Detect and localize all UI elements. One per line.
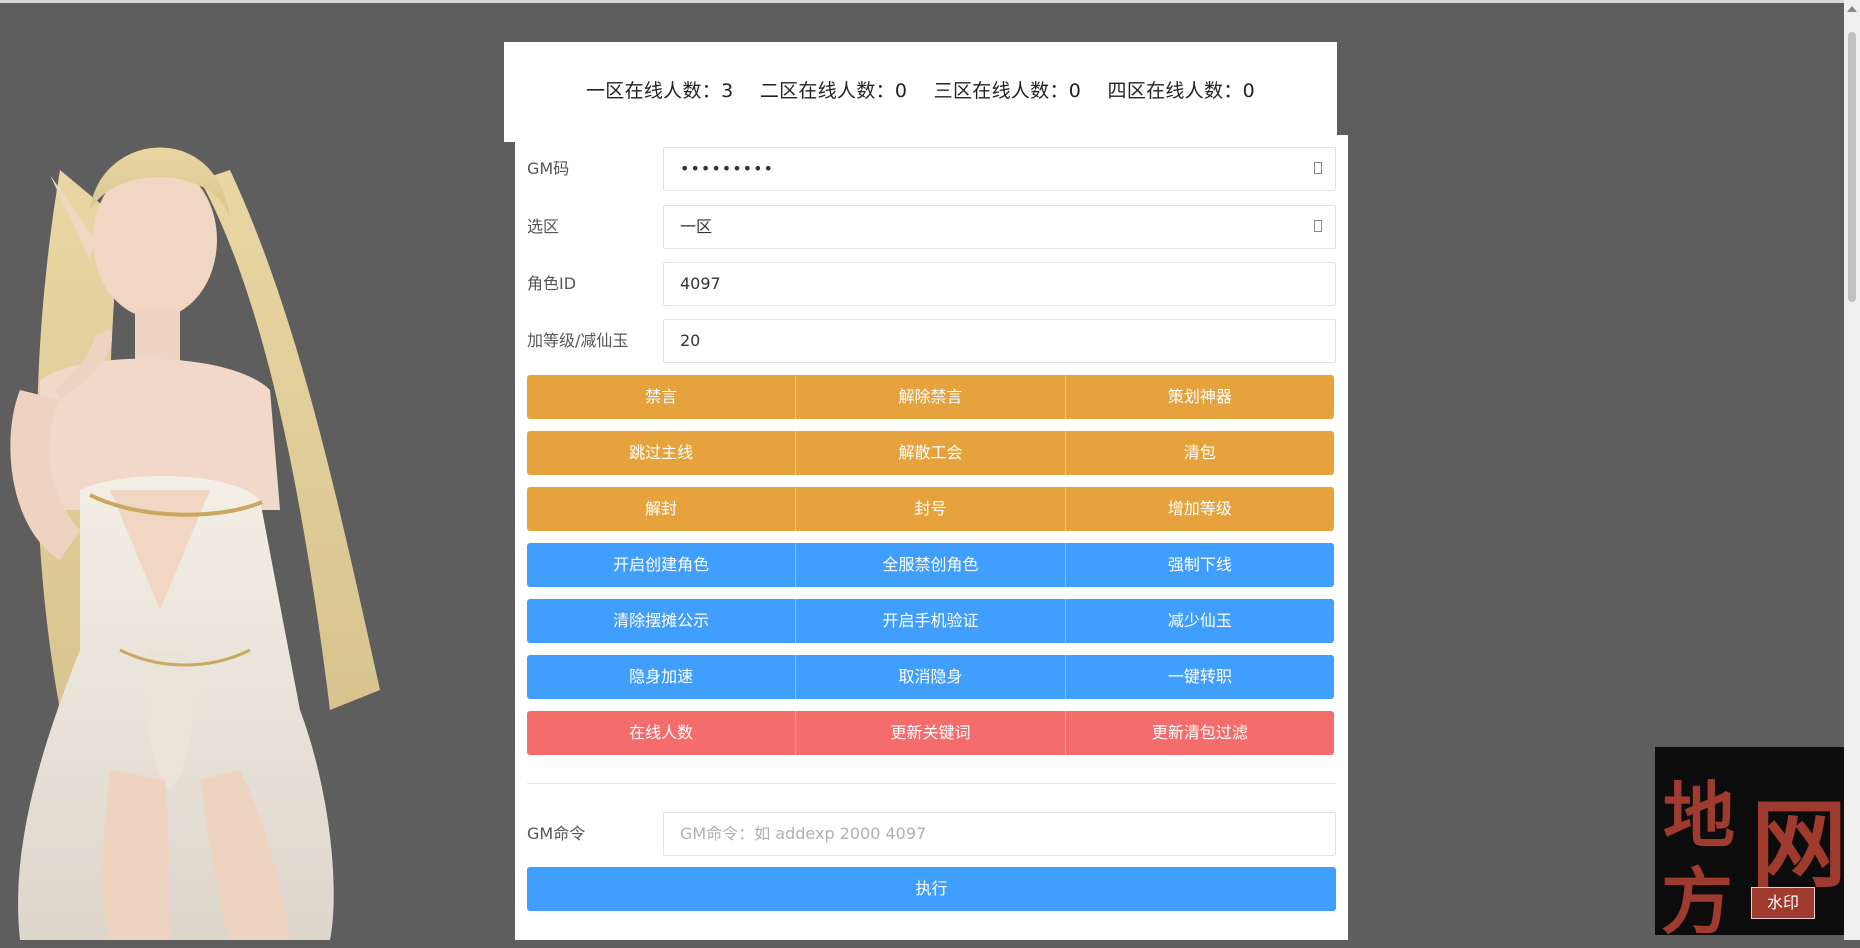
- zone3-online: 三区在线人数：0: [933, 80, 1082, 102]
- ban-button[interactable]: 封号: [796, 487, 1066, 531]
- action-row-4: 开启创建角色 全服禁创角色 强制下线: [527, 543, 1334, 587]
- stealth-speed-button[interactable]: 隐身加速: [527, 655, 797, 699]
- add-level-button[interactable]: 增加等级: [1065, 487, 1334, 531]
- gm-command-input[interactable]: GM命令：如 addexp 2000 4097: [663, 812, 1336, 856]
- action-row-2: 跳过主线 解散工会 清包: [527, 431, 1334, 475]
- planner-artifact-button[interactable]: 策划神器: [1065, 375, 1334, 419]
- gm-command-label: GM命令: [527, 824, 586, 843]
- one-click-job-change-button[interactable]: 一键转职: [1065, 655, 1334, 699]
- password-reveal-icon[interactable]: [1314, 162, 1322, 174]
- amount-label: 加等级/减仙玉: [527, 331, 629, 350]
- amount-input[interactable]: 20: [663, 319, 1336, 363]
- unmute-button[interactable]: 解除禁言: [796, 375, 1066, 419]
- scrollbar[interactable]: [1844, 0, 1860, 940]
- zone4-online: 四区在线人数：0: [1107, 80, 1256, 102]
- amount-row: 加等级/减仙玉 20: [527, 319, 1336, 363]
- scroll-thumb[interactable]: [1848, 32, 1856, 302]
- force-offline-button[interactable]: 强制下线: [1065, 543, 1334, 587]
- execute-button[interactable]: 执行: [527, 867, 1336, 911]
- disable-create-role-button[interactable]: 全服禁创角色: [796, 543, 1066, 587]
- zone2-online: 二区在线人数：0: [759, 80, 908, 102]
- character-illustration: [10, 147, 380, 940]
- gm-code-label: GM码: [527, 159, 570, 178]
- dropdown-icon[interactable]: [1314, 220, 1322, 232]
- gm-form-panel: GM码 ••••••••• 选区 一区 角色ID 4097 加等级/减仙玉 20…: [515, 135, 1348, 940]
- zone-select[interactable]: 一区: [663, 205, 1336, 249]
- action-row-1: 禁言 解除禁言 策划神器: [527, 375, 1334, 419]
- online-counts: 一区在线人数：3 二区在线人数：0 三区在线人数：0 四区在线人数：0: [504, 76, 1337, 103]
- window-top-border: [0, 0, 1860, 3]
- action-row-7: 在线人数 更新关键词 更新清包过滤: [527, 711, 1334, 755]
- section-divider: [527, 783, 1336, 784]
- role-id-label: 角色ID: [527, 274, 577, 293]
- enable-phone-verify-button[interactable]: 开启手机验证: [796, 599, 1066, 643]
- action-row-3: 解封 封号 增加等级: [527, 487, 1334, 531]
- action-row-6: 隐身加速 取消隐身 一键转职: [527, 655, 1334, 699]
- unban-button[interactable]: 解封: [527, 487, 797, 531]
- gm-code-input[interactable]: •••••••••: [663, 147, 1336, 191]
- gm-command-row: GM命令 GM命令：如 addexp 2000 4097: [527, 812, 1336, 856]
- clear-bag-button[interactable]: 清包: [1065, 431, 1334, 475]
- online-stats-panel: 一区在线人数：3 二区在线人数：0 三区在线人数：0 四区在线人数：0: [504, 42, 1337, 142]
- update-bag-filter-button[interactable]: 更新清包过滤: [1065, 711, 1334, 755]
- scroll-up-arrow-icon[interactable]: [1847, 6, 1857, 12]
- online-count-button[interactable]: 在线人数: [527, 711, 797, 755]
- watermark-logo: 地 方 网 水印: [1655, 747, 1855, 944]
- clear-stall-notice-button[interactable]: 清除摆摊公示: [527, 599, 797, 643]
- action-row-5: 清除摆摊公示 开启手机验证 减少仙玉: [527, 599, 1334, 643]
- watermark-char-3: 网: [1751, 788, 1847, 901]
- zone1-online: 一区在线人数：3: [585, 80, 734, 102]
- role-id-input[interactable]: 4097: [663, 262, 1336, 306]
- enable-create-role-button[interactable]: 开启创建角色: [527, 543, 797, 587]
- cancel-stealth-button[interactable]: 取消隐身: [796, 655, 1066, 699]
- skip-main-quest-button[interactable]: 跳过主线: [527, 431, 797, 475]
- gm-code-row: GM码 •••••••••: [527, 147, 1336, 191]
- mute-button[interactable]: 禁言: [527, 375, 797, 419]
- reduce-jade-button[interactable]: 减少仙玉: [1065, 599, 1334, 643]
- zone-label: 选区: [527, 217, 560, 236]
- disband-guild-button[interactable]: 解散工会: [796, 431, 1066, 475]
- watermark-char-2: 方: [1661, 859, 1734, 944]
- watermark-stamp: 水印: [1751, 887, 1815, 919]
- zone-row: 选区 一区: [527, 205, 1336, 249]
- role-id-row: 角色ID 4097: [527, 262, 1336, 306]
- update-keywords-button[interactable]: 更新关键词: [796, 711, 1066, 755]
